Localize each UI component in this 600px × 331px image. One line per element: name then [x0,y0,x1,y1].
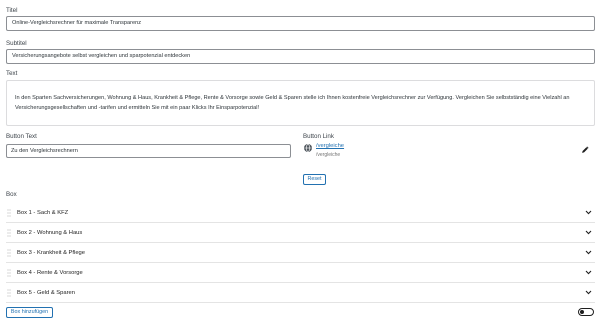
chevron-down-icon[interactable] [585,230,592,235]
box-item-label: Box 2 - Wohnung & Haus [17,230,83,236]
add-box-button[interactable]: Box hinzufügen [6,307,53,318]
box-item-1[interactable]: Box 1 - Sach & KFZ [6,203,595,223]
toggle-switch[interactable] [578,308,594,316]
text-label: Text [6,70,18,77]
drag-handle-icon[interactable] [7,249,11,257]
button-text-label: Button Text [6,133,37,140]
reset-button[interactable]: Reset [303,174,326,185]
box-item-4[interactable]: Box 4 - Rente & Vorsorge [6,263,595,283]
subtitel-input[interactable]: Versicherungsangebote selbst vergleichen… [6,49,595,64]
box-item-2[interactable]: Box 2 - Wohnung & Haus [6,223,595,243]
drag-handle-icon[interactable] [7,229,11,237]
toggle-knob [580,310,584,314]
globe-icon [304,144,312,152]
chevron-down-icon[interactable] [585,210,592,215]
chevron-down-icon[interactable] [585,290,592,295]
drag-handle-icon[interactable] [7,289,11,297]
chevron-down-icon[interactable] [585,270,592,275]
subtitel-label: Subtitel [6,40,27,47]
button-link-subtext: /vergleiche [316,152,341,158]
box-item-label: Box 4 - Rente & Vorsorge [17,270,83,276]
button-text-input[interactable]: Zu den Vergleichsrechnern [6,144,291,158]
chevron-down-icon[interactable] [585,250,592,255]
titel-input[interactable]: Online-Vergleichsrechner für maximale Tr… [6,16,595,31]
titel-label: Titel [6,7,18,14]
button-link-label: Button Link [303,133,334,140]
box-item-5[interactable]: Box 5 - Geld & Sparen [6,283,595,303]
box-item-3[interactable]: Box 3 - Krankheit & Pflege [6,243,595,263]
pencil-icon[interactable] [581,145,590,154]
box-item-label: Box 1 - Sach & KFZ [17,210,69,216]
button-link-url[interactable]: /vergleiche [316,143,344,149]
box-section-label: Box [6,191,17,198]
drag-handle-icon[interactable] [7,269,11,277]
box-item-label: Box 5 - Geld & Sparen [17,290,75,296]
text-editor[interactable]: In den Sparten Sachversicherungen, Wohnu… [6,80,595,126]
drag-handle-icon[interactable] [7,209,11,217]
box-item-label: Box 3 - Krankheit & Pflege [17,250,85,256]
